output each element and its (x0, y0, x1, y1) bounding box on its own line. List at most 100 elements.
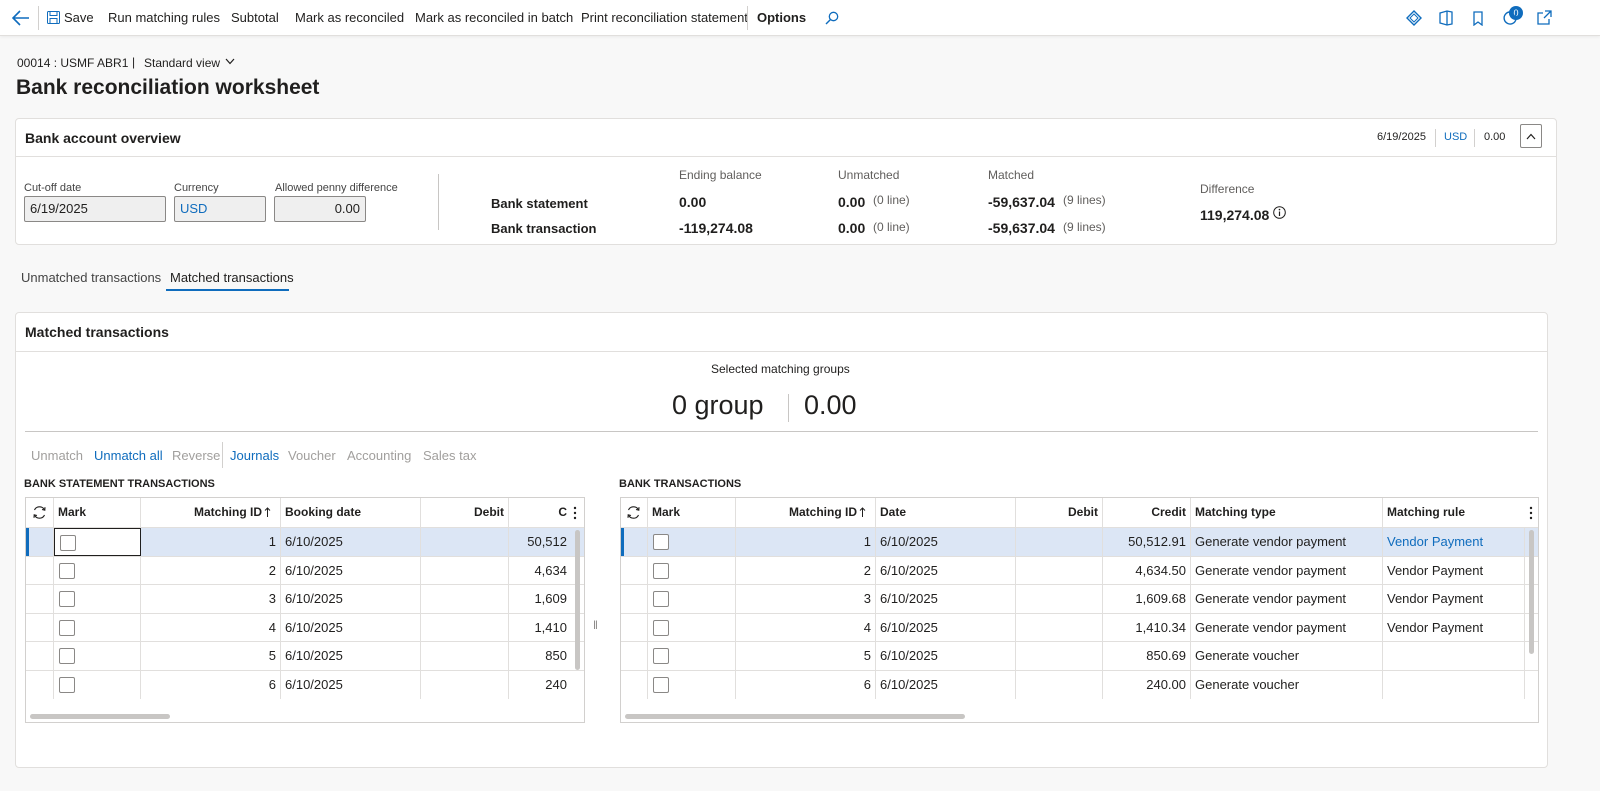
row-selector[interactable] (621, 642, 648, 671)
refresh-column[interactable] (26, 498, 54, 527)
mark-checkbox[interactable] (653, 534, 669, 550)
mark-checkbox[interactable] (653, 677, 669, 693)
row-selector[interactable] (26, 613, 54, 642)
mark-cell[interactable] (648, 556, 736, 585)
horizontal-scrollbar[interactable] (625, 714, 965, 719)
refresh-column[interactable] (621, 498, 648, 527)
credit-column-header[interactable]: Credit (1103, 498, 1191, 527)
mark-reconciled-button[interactable]: Mark as reconciled (295, 0, 404, 36)
unmatch-all-button[interactable]: Unmatch all (94, 448, 163, 463)
open-new-window-icon[interactable] (1536, 10, 1552, 26)
vertical-scrollbar[interactable] (575, 530, 580, 670)
splitter-handle[interactable]: ‖ (593, 618, 598, 632)
accounting-button[interactable]: Accounting (347, 448, 411, 463)
matching-rule-column-header[interactable]: Matching rule (1383, 498, 1525, 527)
view-selector[interactable]: Standard view (144, 56, 220, 70)
table-row[interactable]: 1 6/10/2025 50,512 (26, 527, 584, 556)
mark-cell[interactable] (54, 642, 141, 671)
mark-cell[interactable] (648, 642, 736, 671)
mark-checkbox[interactable] (653, 648, 669, 665)
more-icon[interactable] (573, 506, 577, 520)
unmatch-button[interactable]: Unmatch (31, 448, 83, 463)
mark-cell[interactable] (54, 585, 141, 614)
diamond-icon[interactable] (1406, 10, 1422, 26)
mark-cell[interactable] (648, 671, 736, 699)
vertical-scrollbar[interactable] (1529, 530, 1534, 654)
overview-title[interactable]: Bank account overview (25, 130, 181, 146)
horizontal-scrollbar[interactable] (30, 714, 170, 719)
refresh-icon[interactable] (626, 505, 641, 520)
mark-checkbox[interactable] (59, 619, 75, 636)
mark-cell[interactable] (54, 528, 141, 556)
chevron-down-icon[interactable] (225, 58, 235, 65)
table-row[interactable]: 2 6/10/2025 4,634 (26, 555, 584, 585)
row-selector[interactable] (26, 671, 54, 699)
run-matching-rules-button[interactable]: Run matching rules (108, 0, 220, 36)
row-selector[interactable] (26, 528, 54, 556)
office-icon[interactable] (1439, 10, 1453, 26)
mark-checkbox[interactable] (653, 591, 669, 608)
print-statement-button[interactable]: Print reconciliation statement (581, 0, 748, 36)
mark-checkbox[interactable] (60, 535, 76, 551)
row-selector[interactable] (26, 585, 54, 614)
cutoff-date-field[interactable]: 6/19/2025 (24, 196, 166, 222)
matching-id-column-header[interactable]: Matching ID (141, 498, 281, 527)
table-row[interactable]: 4 6/10/2025 1,410.34 Generate vendor paymen… (621, 612, 1538, 642)
collapse-button[interactable] (1520, 124, 1542, 148)
mark-cell[interactable] (648, 528, 736, 556)
mark-column-header[interactable]: Mark (648, 498, 736, 527)
debit-column-header[interactable]: Debit (421, 498, 509, 527)
voucher-button[interactable]: Voucher (288, 448, 336, 463)
refresh-icon[interactable] (32, 505, 47, 520)
date-column-header[interactable]: Date (876, 498, 1016, 527)
search-icon[interactable] (825, 11, 839, 25)
mark-cell[interactable] (54, 613, 141, 642)
table-row[interactable]: 3 6/10/2025 1,609.68 Generate vendor paymen… (621, 584, 1538, 614)
table-row[interactable]: 6 6/10/2025 240.00 Generate voucher (621, 670, 1538, 699)
subtotal-button[interactable]: Subtotal (231, 0, 279, 36)
table-row[interactable]: 4 6/10/2025 1,410 (26, 612, 584, 642)
row-selector[interactable] (621, 671, 648, 699)
sales-tax-button[interactable]: Sales tax (423, 448, 476, 463)
table-row[interactable]: 5 6/10/2025 850 (26, 641, 584, 671)
more-icon[interactable] (1529, 506, 1533, 520)
tab-unmatched-transactions[interactable]: Unmatched transactions (21, 270, 161, 285)
currency-field[interactable]: USD (174, 196, 266, 222)
table-row[interactable]: 6 6/10/2025 240 (26, 670, 584, 699)
table-row[interactable]: 3 6/10/2025 1,609 (26, 584, 584, 614)
journals-button[interactable]: Journals (230, 448, 279, 463)
table-row[interactable]: 5 6/10/2025 850.69 Generate voucher (621, 641, 1538, 671)
debit-column-header[interactable]: Debit (1016, 498, 1103, 527)
notification-icon[interactable] (1472, 11, 1484, 26)
row-selector[interactable] (621, 556, 648, 585)
mark-cell[interactable] (648, 585, 736, 614)
reverse-button[interactable]: Reverse (172, 448, 220, 463)
overview-summary-currency[interactable]: USD (1444, 131, 1467, 143)
options-tab[interactable]: Options (757, 0, 806, 36)
info-icon[interactable] (1273, 206, 1286, 219)
mark-checkbox[interactable] (59, 562, 75, 579)
table-row[interactable]: 2 6/10/2025 4,634.50 Generate vendor paymen… (621, 555, 1538, 585)
back-arrow-icon[interactable] (12, 10, 30, 26)
save-icon[interactable] (47, 11, 60, 24)
mark-checkbox[interactable] (59, 677, 75, 693)
mark-column-header[interactable]: Mark (54, 498, 141, 527)
mark-cell[interactable] (648, 613, 736, 642)
matching-id-column-header[interactable]: Matching ID (736, 498, 876, 527)
booking-date-column-header[interactable]: Booking date (281, 498, 421, 527)
row-selector[interactable] (26, 556, 54, 585)
row-selector[interactable] (621, 528, 648, 556)
matching-type-column-header[interactable]: Matching type (1191, 498, 1383, 527)
credit-column-header[interactable]: C (509, 498, 571, 527)
penny-difference-field[interactable]: 0.00 (274, 196, 366, 222)
mark-checkbox[interactable] (59, 648, 75, 665)
row-selector[interactable] (621, 585, 648, 614)
row-selector[interactable] (621, 613, 648, 642)
mark-checkbox[interactable] (653, 562, 669, 579)
mark-cell[interactable] (54, 556, 141, 585)
mark-checkbox[interactable] (653, 619, 669, 636)
save-button[interactable]: Save (64, 0, 94, 36)
matching-rule-cell[interactable]: Vendor Payment (1383, 528, 1525, 556)
refresh-icon[interactable] (1502, 10, 1518, 26)
mark-cell[interactable] (54, 671, 141, 699)
